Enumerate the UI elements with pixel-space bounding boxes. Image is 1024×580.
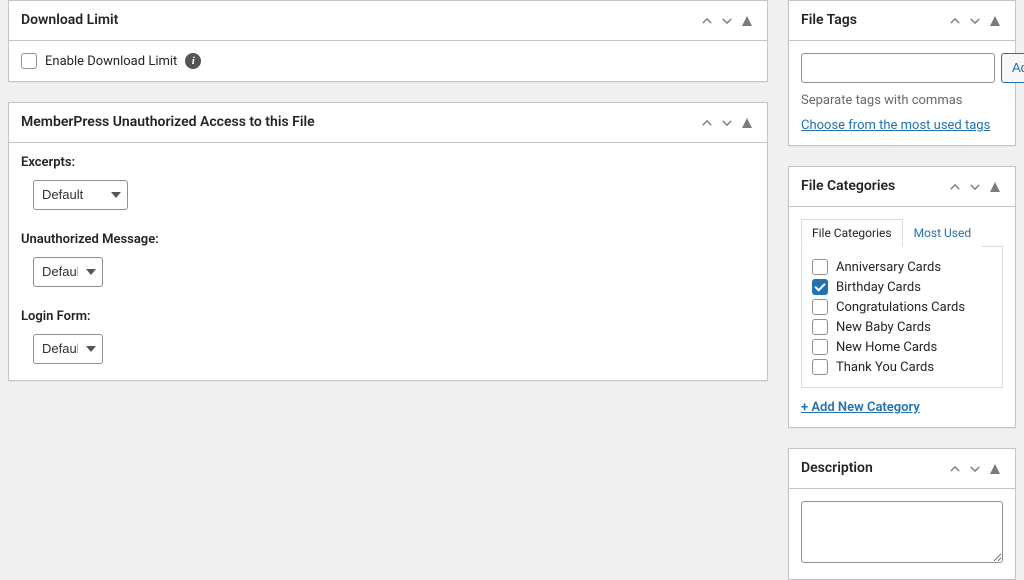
login-form-select[interactable]: Default [33, 334, 103, 364]
move-down-icon[interactable] [719, 115, 735, 131]
tag-input[interactable] [801, 53, 995, 83]
description-header: Description [789, 449, 1015, 489]
move-up-icon[interactable] [947, 179, 963, 195]
move-down-icon[interactable] [719, 13, 735, 29]
category-checkbox[interactable] [812, 359, 828, 375]
panel-handle-actions [947, 13, 1003, 29]
category-label[interactable]: Congratulations Cards [836, 300, 965, 315]
file-tags-title: File Tags [801, 11, 857, 31]
category-checkbox[interactable] [812, 319, 828, 335]
login-form-label: Login Form: [21, 309, 755, 324]
add-category-link[interactable]: + Add New Category [801, 400, 920, 415]
excerpts-select[interactable]: Default [33, 180, 128, 210]
category-item: Birthday Cards [812, 277, 992, 297]
category-item: New Baby Cards [812, 317, 992, 337]
category-label[interactable]: Thank You Cards [836, 360, 934, 375]
file-tags-panel: File Tags Add Separate tags with commas … [788, 0, 1016, 146]
download-limit-panel: Download Limit Enable Download Limit i [8, 0, 768, 82]
unauthorized-access-title: MemberPress Unauthorized Access to this … [21, 113, 315, 133]
move-down-icon[interactable] [967, 179, 983, 195]
category-item: New Home Cards [812, 337, 992, 357]
file-categories-title: File Categories [801, 177, 895, 197]
tags-help-text: Separate tags with commas [801, 93, 1003, 108]
toggle-panel-icon[interactable] [739, 115, 755, 131]
category-label[interactable]: Birthday Cards [836, 280, 921, 295]
category-checkbox[interactable] [812, 299, 828, 315]
download-limit-header: Download Limit [9, 1, 767, 41]
category-item: Thank You Cards [812, 357, 992, 377]
enable-download-limit-checkbox[interactable] [21, 53, 37, 69]
description-title: Description [801, 459, 873, 479]
file-categories-panel: File Categories File Categories Most Use… [788, 166, 1016, 428]
unauthorized-access-header: MemberPress Unauthorized Access to this … [9, 103, 767, 143]
panel-handle-actions [947, 179, 1003, 195]
move-up-icon[interactable] [699, 13, 715, 29]
category-checkbox[interactable] [812, 279, 828, 295]
category-checkbox[interactable] [812, 259, 828, 275]
file-tags-header: File Tags [789, 1, 1015, 41]
enable-download-limit-label: Enable Download Limit [45, 54, 177, 69]
category-checkbox[interactable] [812, 339, 828, 355]
toggle-panel-icon[interactable] [987, 179, 1003, 195]
choose-tags-link[interactable]: Choose from the most used tags [801, 118, 990, 133]
category-label[interactable]: New Home Cards [836, 340, 937, 355]
move-down-icon[interactable] [967, 13, 983, 29]
category-list: Anniversary Cards Birthday Cards Congratul… [812, 257, 992, 377]
info-icon[interactable]: i [185, 53, 201, 69]
toggle-panel-icon[interactable] [987, 13, 1003, 29]
unauthorized-message-select[interactable]: Default [33, 257, 103, 287]
move-up-icon[interactable] [947, 13, 963, 29]
toggle-panel-icon[interactable] [739, 13, 755, 29]
tab-all-categories[interactable]: File Categories [801, 219, 903, 247]
excerpts-label: Excerpts: [21, 155, 755, 170]
move-down-icon[interactable] [967, 461, 983, 477]
category-label[interactable]: Anniversary Cards [836, 260, 941, 275]
category-label[interactable]: New Baby Cards [836, 320, 931, 335]
panel-handle-actions [699, 115, 755, 131]
move-up-icon[interactable] [699, 115, 715, 131]
panel-handle-actions [947, 461, 1003, 477]
tab-most-used[interactable]: Most Used [903, 219, 983, 247]
download-limit-title: Download Limit [21, 11, 118, 31]
add-tag-button[interactable]: Add [1001, 53, 1024, 83]
toggle-panel-icon[interactable] [987, 461, 1003, 477]
description-textarea[interactable] [801, 501, 1003, 563]
unauthorized-access-panel: MemberPress Unauthorized Access to this … [8, 102, 768, 381]
move-up-icon[interactable] [947, 461, 963, 477]
category-item: Anniversary Cards [812, 257, 992, 277]
file-categories-header: File Categories [789, 167, 1015, 207]
panel-handle-actions [699, 13, 755, 29]
category-item: Congratulations Cards [812, 297, 992, 317]
unauthorized-message-label: Unauthorized Message: [21, 232, 755, 247]
description-panel: Description [788, 448, 1016, 580]
